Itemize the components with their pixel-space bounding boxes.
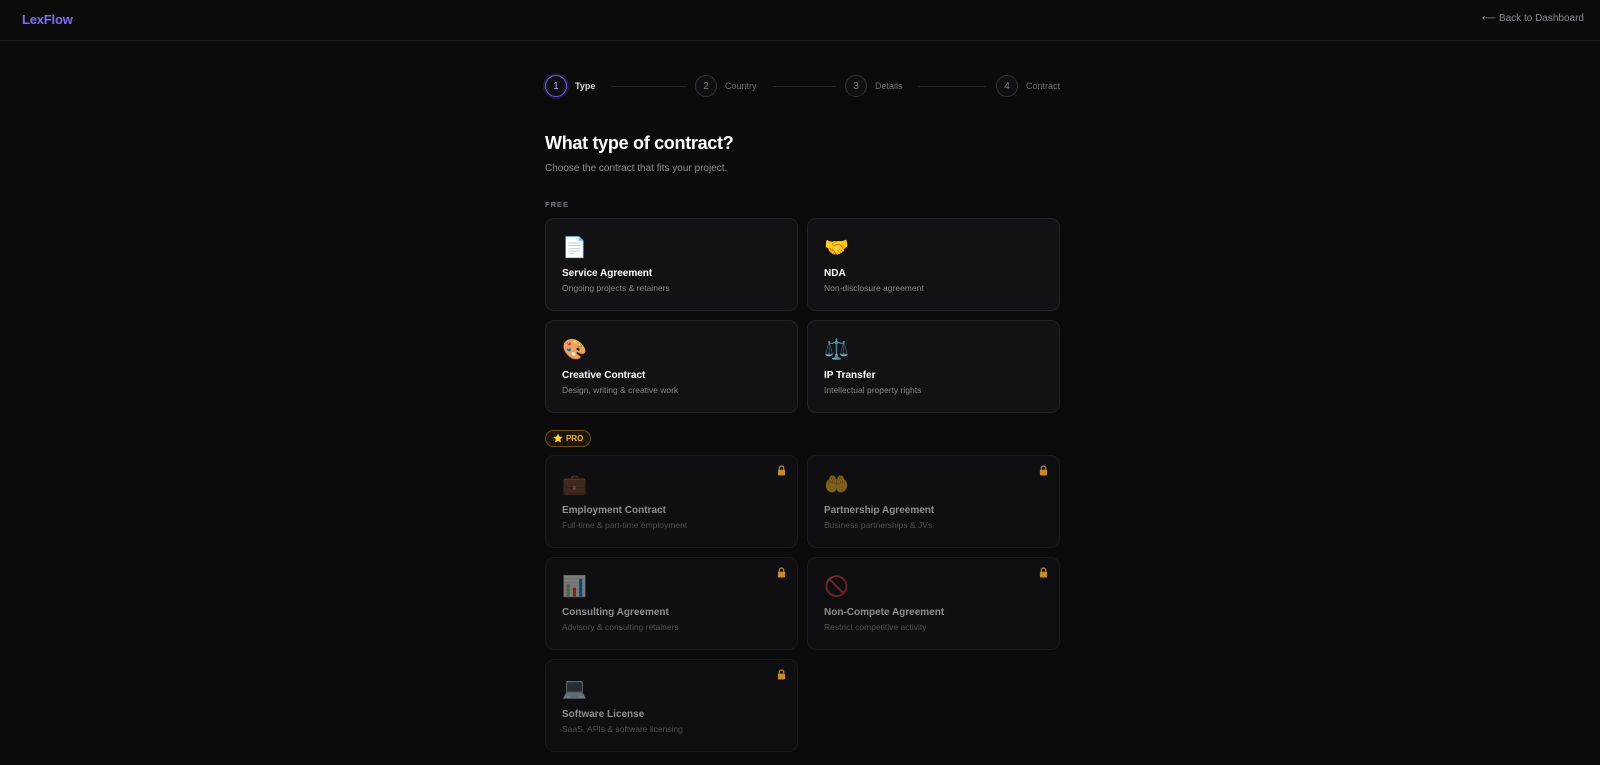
card-description: Design, writing & creative work [562, 385, 679, 395]
card-partnership-agreement[interactable]: 🤲 Partnership Agreement Business partner… [807, 455, 1060, 548]
step-contract[interactable]: 4 Contract [996, 74, 1060, 98]
card-description: Advisory & consulting retainers [562, 622, 679, 632]
bar-chart-icon: 📊 [562, 576, 587, 598]
card-description: Non-disclosure agreement [824, 283, 924, 293]
card-title: Partnership Agreement [824, 505, 935, 516]
card-title: Software License [562, 709, 645, 720]
step-connector [773, 85, 836, 87]
step-number: 1 [545, 75, 567, 97]
pro-badge-label: PRO [565, 434, 584, 443]
card-description: Ongoing projects & retainers [562, 283, 670, 293]
card-title: Non-Compete Agreement [824, 607, 945, 618]
step-label: Contract [1026, 81, 1061, 91]
free-section-label: FREE [545, 200, 570, 209]
page-subtitle: Choose the contract that fits your proje… [545, 163, 728, 174]
step-country[interactable]: 2 Country [695, 74, 757, 98]
step-label: Country [725, 81, 757, 91]
step-connector [918, 85, 986, 87]
card-nda[interactable]: 🤝 NDA Non-disclosure agreement [807, 218, 1060, 311]
laptop-icon: 💻 [562, 678, 587, 700]
palette-icon: 🎨 [562, 339, 587, 361]
card-non-compete-agreement[interactable]: 🚫 Non-Compete Agreement Restrict competi… [807, 557, 1060, 650]
card-title: Employment Contract [562, 505, 666, 516]
card-description: Business partnerships & JVs [824, 520, 933, 530]
step-label: Details [875, 81, 903, 91]
star-icon: ⭐ [553, 434, 563, 443]
card-description: Intellectual property rights [824, 385, 922, 395]
card-title: Creative Contract [562, 370, 646, 381]
free-contract-grid: 📄 Service Agreement Ongoing projects & r… [545, 218, 1061, 413]
step-label: Type [575, 81, 596, 91]
card-description: Restrict competitive activity [824, 622, 927, 632]
card-service-agreement[interactable]: 📄 Service Agreement Ongoing projects & r… [545, 218, 798, 311]
card-software-license[interactable]: 💻 Software License SaaS, APIs & software… [545, 659, 798, 752]
page-title: What type of contract? [545, 133, 734, 153]
card-description: SaaS, APIs & software licensing [562, 724, 683, 734]
briefcase-icon: 💼 [562, 474, 587, 496]
card-title: Service Agreement [562, 268, 653, 279]
step-number: 2 [695, 75, 717, 97]
pro-contract-grid: 💼 Employment Contract Full-time & part-t… [545, 455, 1061, 752]
scales-icon: ⚖️ [824, 339, 849, 361]
back-to-dashboard-link[interactable]: ⟵ Back to Dashboard [1482, 13, 1584, 24]
card-consulting-agreement[interactable]: 📊 Consulting Agreement Advisory & consul… [545, 557, 798, 650]
step-number: 4 [996, 75, 1018, 97]
top-bar: LexFlow ⟵ Back to Dashboard [0, 0, 1600, 41]
card-creative-contract[interactable]: 🎨 Creative Contract Design, writing & cr… [545, 320, 798, 413]
card-employment-contract[interactable]: 💼 Employment Contract Full-time & part-t… [545, 455, 798, 548]
card-title: NDA [824, 268, 846, 279]
contract-wizard: 1 Type 2 Country 3 Details 4 Contract Wh… [545, 74, 1061, 752]
step-details[interactable]: 3 Details [845, 74, 903, 98]
step-number: 3 [845, 75, 867, 97]
card-title: Consulting Agreement [562, 607, 669, 618]
card-title: IP Transfer [824, 370, 876, 381]
card-ip-transfer[interactable]: ⚖️ IP Transfer Intellectual property rig… [807, 320, 1060, 413]
step-type[interactable]: 1 Type [545, 74, 595, 98]
pro-badge: ⭐ PRO [545, 430, 592, 447]
handshake-icon: 🤝 [824, 237, 849, 259]
card-description: Full-time & part-time employment [562, 520, 688, 530]
document-icon: 📄 [562, 237, 587, 259]
stepper: 1 Type 2 Country 3 Details 4 Contract [545, 74, 1061, 98]
prohibited-icon: 🚫 [824, 576, 849, 598]
logo[interactable]: LexFlow [22, 12, 73, 27]
open-hands-icon: 🤲 [824, 474, 849, 496]
step-connector [611, 85, 686, 87]
